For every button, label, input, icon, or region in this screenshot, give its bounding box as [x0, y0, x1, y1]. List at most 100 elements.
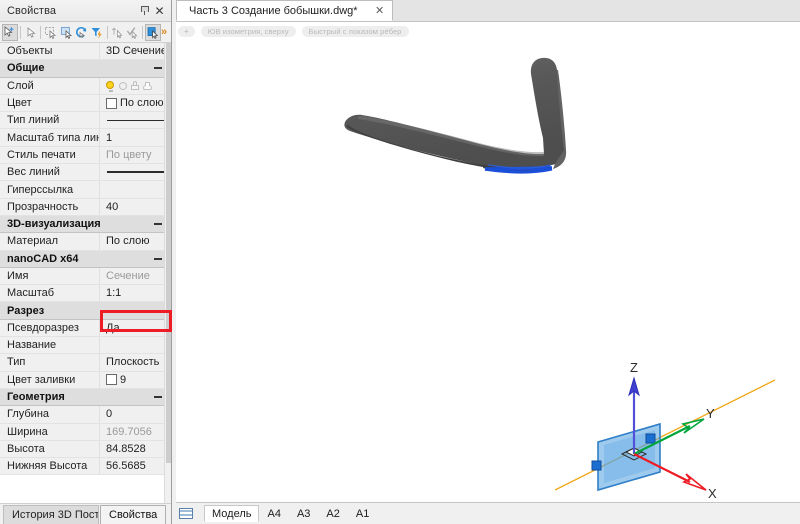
property-row[interactable]: Ширина169.7056: [0, 424, 171, 441]
property-value[interactable]: 56.5685: [100, 458, 171, 474]
layout-tab-a3[interactable]: A3: [289, 505, 318, 522]
drawing-viewport[interactable]: + ЮВ изометрия, сверху Быстрый с показом…: [172, 22, 800, 502]
panel-splitter[interactable]: [172, 0, 176, 524]
property-value[interactable]: По слою: [100, 233, 171, 249]
layout-tab-модель[interactable]: Модель: [204, 505, 259, 522]
svg-text:Z: Z: [630, 362, 638, 375]
property-row[interactable]: Тип линий: [0, 112, 171, 129]
section-collapse-toggle[interactable]: [100, 216, 171, 232]
crossing-select-icon[interactable]: [58, 24, 73, 41]
close-icon[interactable]: ✕: [374, 4, 386, 17]
palette-tab-strip: История 3D Построе…Свойства: [0, 503, 171, 524]
property-row[interactable]: Нижняя Высота56.5685: [0, 458, 171, 475]
scrollbar-thumb[interactable]: [166, 43, 171, 463]
property-value-text: 1: [106, 132, 112, 144]
palette-tab-history3d[interactable]: История 3D Построе…: [3, 505, 99, 524]
property-value-text: 3D Сечение: [106, 45, 167, 57]
select-object-icon[interactable]: [23, 24, 38, 41]
properties-rows: Объекты3D СечениеОбщиеСлойЦветПо слоюТип…: [0, 43, 171, 503]
property-value[interactable]: По слою: [100, 95, 171, 111]
ucs-section-gizmo[interactable]: Z Y X: [550, 362, 780, 502]
property-value[interactable]: 9: [100, 372, 171, 388]
property-row[interactable]: Стиль печатиПо цвету: [0, 147, 171, 164]
properties-scrollbar[interactable]: [164, 43, 171, 503]
property-value[interactable]: Сечение: [100, 268, 171, 284]
property-row[interactable]: Вес линий: [0, 164, 171, 181]
section-collapse-toggle[interactable]: [100, 251, 171, 267]
move-up-icon[interactable]: [109, 24, 124, 41]
close-icon[interactable]: ✕: [152, 3, 167, 18]
section-title: Разрез: [0, 302, 100, 318]
property-row[interactable]: Гиперссылка: [0, 181, 171, 198]
document-tab-bar: Часть 3 Создание бобышки.dwg* ✕: [172, 0, 800, 22]
window-select-icon[interactable]: [43, 24, 58, 41]
property-value[interactable]: Да: [100, 320, 171, 336]
property-value[interactable]: 3D Сечение: [100, 43, 171, 59]
toolbar-overflow-icon[interactable]: »: [161, 26, 169, 38]
property-section-header[interactable]: Общие: [0, 60, 171, 77]
property-row[interactable]: Название: [0, 337, 171, 354]
minus-icon: [154, 310, 162, 312]
palette-tab-properties[interactable]: Свойства: [100, 505, 166, 524]
property-value[interactable]: [100, 112, 171, 128]
object-type-row[interactable]: Объекты3D Сечение: [0, 43, 171, 60]
property-label: Псевдоразрез: [0, 320, 100, 336]
layout-tab-a4[interactable]: A4: [259, 505, 288, 522]
property-value[interactable]: 40: [100, 199, 171, 215]
view-preset-pill[interactable]: ЮВ изометрия, сверху: [201, 26, 296, 37]
property-label: Прозрачность: [0, 199, 100, 215]
pick-point-icon[interactable]: [145, 24, 161, 41]
property-row[interactable]: Высота84.8528: [0, 441, 171, 458]
pin-icon[interactable]: [137, 3, 152, 18]
document-tab[interactable]: Часть 3 Создание бобышки.dwg* ✕: [176, 0, 393, 21]
section-collapse-toggle[interactable]: [100, 389, 171, 405]
property-row[interactable]: ТипПлоскость: [0, 354, 171, 371]
property-value-text: Да: [106, 322, 120, 334]
property-row[interactable]: МатериалПо слою: [0, 233, 171, 250]
property-value[interactable]: 84.8528: [100, 441, 171, 457]
property-label: Цвет заливки: [0, 372, 100, 388]
check-select-icon[interactable]: [125, 24, 140, 41]
property-value[interactable]: 1:1: [100, 285, 171, 301]
layout-tab-a1[interactable]: A1: [348, 505, 377, 522]
property-value[interactable]: [100, 181, 171, 197]
property-row[interactable]: Цвет заливки9: [0, 372, 171, 389]
property-value[interactable]: Плоскость: [100, 354, 171, 370]
property-row[interactable]: Глубина0: [0, 406, 171, 423]
property-row[interactable]: Масштаб1:1: [0, 285, 171, 302]
model-space-icon[interactable]: [176, 506, 196, 522]
section-collapse-toggle[interactable]: [100, 60, 171, 76]
section-collapse-toggle[interactable]: [100, 302, 171, 318]
layout-tab-a2[interactable]: A2: [318, 505, 347, 522]
property-row-highlighted[interactable]: Псевдоразрез Да: [0, 320, 171, 337]
pick-add-icon[interactable]: [2, 24, 18, 41]
viewport-menu-pill[interactable]: +: [178, 26, 195, 37]
property-row[interactable]: ЦветПо слою: [0, 95, 171, 112]
property-row[interactable]: Масштаб типа линий 1: [0, 129, 171, 146]
property-value[interactable]: 169.7056: [100, 424, 171, 440]
property-value[interactable]: [100, 164, 171, 180]
layout-tab-label: A4: [267, 508, 280, 520]
property-section-header[interactable]: Разрез: [0, 302, 171, 319]
property-row[interactable]: Прозрачность40: [0, 199, 171, 216]
property-value[interactable]: [100, 337, 171, 353]
property-value[interactable]: 0: [100, 406, 171, 422]
plot-icon[interactable]: [143, 82, 152, 90]
visual-style-pill[interactable]: Быстрый с показом рёбер: [302, 26, 409, 37]
property-label: Масштаб типа линий: [0, 129, 100, 145]
property-value[interactable]: [100, 78, 171, 94]
lock-icon[interactable]: [131, 81, 139, 90]
property-value[interactable]: По цвету: [100, 147, 171, 163]
property-row[interactable]: ИмяСечение: [0, 268, 171, 285]
property-section-header[interactable]: 3D-визуализация: [0, 216, 171, 233]
property-section-header[interactable]: Геометрия: [0, 389, 171, 406]
property-row[interactable]: Слой: [0, 78, 171, 95]
rotate-selection-icon[interactable]: [74, 24, 89, 41]
lightbulb-icon[interactable]: [106, 81, 115, 91]
property-value[interactable]: 1: [100, 129, 171, 145]
filter-lightning-icon[interactable]: [89, 24, 104, 41]
property-section-header[interactable]: nanoCAD x64: [0, 251, 171, 268]
viewport-control-bar: + ЮВ изометрия, сверху Быстрый с показом…: [178, 26, 409, 37]
properties-list-scrollarea[interactable]: Объекты3D СечениеОбщиеСлойЦветПо слоюТип…: [0, 43, 171, 503]
sun-icon[interactable]: [119, 82, 127, 90]
